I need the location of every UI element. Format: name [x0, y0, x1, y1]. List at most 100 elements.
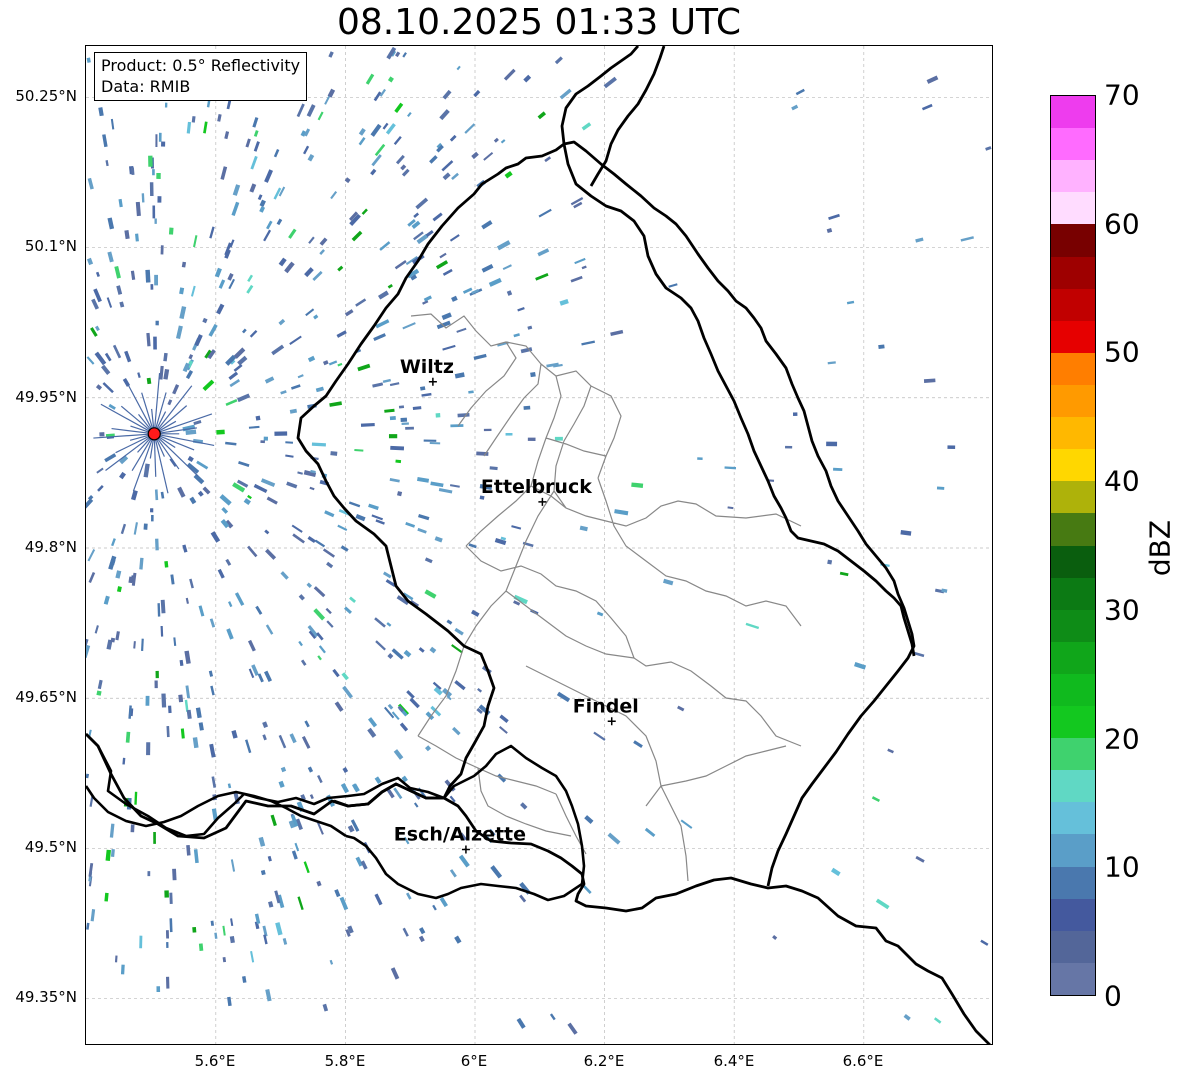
echo-cell [544, 156, 552, 163]
echo-cell [247, 545, 258, 558]
east-border [562, 143, 916, 657]
echo-cell [614, 509, 629, 516]
echo-cell [192, 737, 199, 749]
echo-cell [110, 118, 115, 130]
echo-cell [298, 640, 303, 647]
echo-cell [88, 862, 94, 877]
echo-cell [160, 599, 166, 614]
echo-cell [423, 439, 437, 442]
echo-cell [313, 608, 326, 621]
echo-cell [157, 603, 161, 617]
echo-cell [259, 199, 266, 208]
echo-cell [489, 466, 498, 471]
echo-cell [914, 651, 925, 658]
echo-cell [217, 113, 222, 122]
echo-cell [226, 628, 234, 640]
echo-cell [296, 103, 305, 118]
echo-cell [209, 743, 216, 758]
echo-cell [165, 976, 170, 989]
echo-cell [960, 236, 974, 242]
echo-cell [826, 441, 838, 447]
echo-cell [339, 896, 349, 911]
echo-cell [303, 145, 310, 155]
echo-cell [451, 295, 458, 302]
echo-cell [185, 685, 191, 699]
echo-cell [189, 578, 194, 589]
colorbar-segment [1051, 127, 1095, 161]
echo-cell [228, 371, 239, 381]
echo-cell [135, 201, 141, 217]
echo-cell [403, 649, 412, 658]
echo-cell [253, 130, 259, 137]
echo-cell [225, 558, 232, 566]
echo-cell [875, 898, 890, 910]
echo-cell [87, 495, 94, 501]
map-canvas[interactable]: Wiltz Ettelbruck Findel Esch/Alzette [86, 46, 993, 1045]
echo-cell [450, 424, 464, 428]
echo-cell [903, 1013, 911, 1021]
echo-cell [468, 390, 474, 394]
echo-cell [166, 942, 169, 948]
echo-cell [151, 514, 154, 522]
echo-cell [313, 586, 326, 598]
echo-cell [458, 854, 470, 868]
echo-cell [449, 234, 460, 242]
echo-cell [677, 705, 685, 712]
echo-cell [86, 773, 90, 779]
echo-cell [133, 522, 138, 535]
echo-cell [149, 182, 154, 197]
echo-cell [95, 271, 100, 278]
echo-cell [395, 154, 405, 165]
echo-cell [464, 123, 476, 134]
echo-cell [317, 655, 322, 661]
echo-cell [146, 742, 151, 756]
colorbar-segment [1051, 96, 1095, 129]
echo-cell [143, 463, 150, 478]
city-label: Findel [573, 695, 639, 717]
echo-cell [172, 384, 180, 395]
echo-cell [297, 471, 303, 475]
echo-cell [219, 494, 232, 506]
echo-cell [483, 428, 492, 432]
echo-cell [289, 408, 298, 414]
echo-cell [185, 370, 194, 380]
echo-cell [115, 570, 122, 579]
radar-map[interactable]: Wiltz Ettelbruck Findel Esch/Alzette [85, 45, 993, 1045]
echo-cell [405, 521, 416, 528]
echo-cell [190, 285, 196, 297]
echo-cell [107, 251, 114, 263]
colorbar-segment [1051, 609, 1095, 642]
echo-cell [430, 481, 444, 488]
echo-cell [152, 169, 155, 176]
echo-cell [367, 727, 377, 738]
colorbar-segment [1051, 962, 1095, 995]
echo-cell [418, 647, 425, 653]
echo-cell [441, 312, 452, 321]
echo-cell [371, 514, 383, 521]
echo-cell [496, 240, 511, 251]
echo-cell [307, 153, 315, 162]
echo-cell [152, 205, 156, 219]
echo-cell [280, 766, 287, 773]
city-label: Ettelbruck [481, 476, 592, 498]
echo-cell [104, 892, 109, 902]
echo-cell [451, 172, 459, 181]
echo-cell [110, 637, 116, 643]
colorbar-segment [1051, 159, 1095, 193]
echo-cell [262, 734, 267, 741]
echo-cell [324, 510, 335, 518]
echo-cell [923, 378, 936, 383]
lat-label: 49.8°N [24, 538, 77, 556]
echo-cell [160, 491, 165, 499]
echo-cell [442, 172, 451, 181]
echo-cell [202, 486, 211, 495]
echo-cell [289, 335, 302, 345]
echo-cell [260, 869, 266, 876]
echo-cell [197, 490, 204, 497]
echo-cell [309, 794, 314, 800]
colorbar-segment [1051, 255, 1095, 289]
echo-cell [785, 445, 793, 449]
lon-label: 5.6°E [194, 1052, 236, 1070]
echo-cell [255, 605, 263, 615]
echo-cell [334, 889, 341, 898]
